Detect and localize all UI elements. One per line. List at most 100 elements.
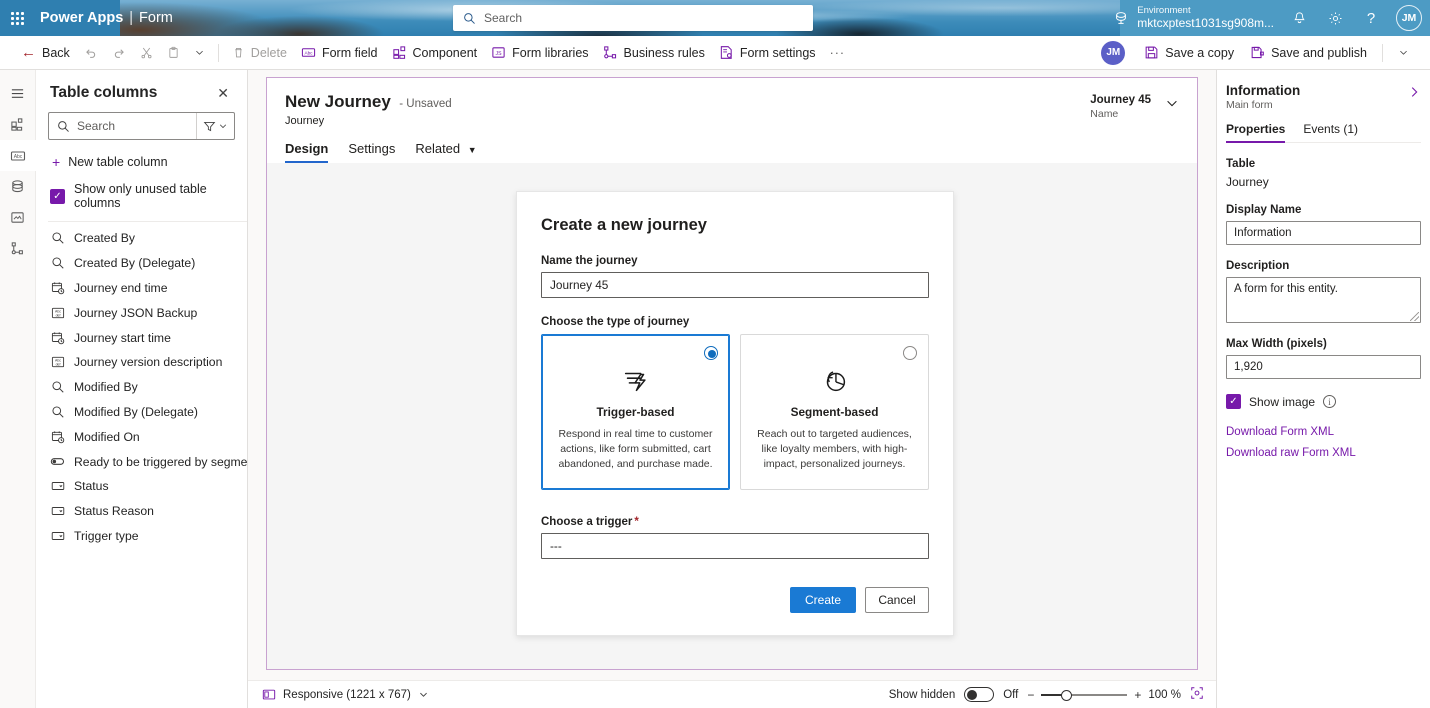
list-item-label: Journey start time — [74, 330, 171, 345]
table-columns-icon[interactable]: Abc — [0, 140, 36, 171]
display-name-input[interactable]: Information — [1226, 221, 1421, 245]
global-search-placeholder: Search — [484, 11, 523, 25]
list-item[interactable]: Ready to be triggered by segment r... — [36, 449, 247, 474]
list-item[interactable]: Journey start time — [36, 325, 247, 350]
command-bar: ← Back Delete Abc Form field Component J… — [0, 36, 1430, 70]
form-libraries-icon[interactable] — [0, 202, 36, 233]
brand-sub: Form — [139, 10, 173, 26]
form-libraries-button[interactable]: JS Form libraries — [484, 39, 595, 67]
list-item-label: Modified On — [74, 429, 140, 444]
zoom-slider-knob[interactable] — [1061, 689, 1073, 701]
list-item[interactable]: Trigger type — [36, 524, 247, 549]
list-item[interactable]: Abc def Journey JSON Backup — [36, 300, 247, 325]
max-width-value: 1,920 — [1234, 361, 1263, 373]
notifications-bell-icon[interactable] — [1282, 0, 1316, 36]
paste-dropdown-button[interactable] — [187, 39, 212, 67]
show-unused-columns-checkbox[interactable]: ✓ Show only unused table columns — [50, 182, 235, 210]
save-options-dropdown[interactable] — [1391, 39, 1416, 67]
show-hidden-toggle[interactable] — [964, 687, 995, 702]
resize-grip-icon[interactable] — [1410, 312, 1419, 321]
show-image-checkbox[interactable]: ✓ Show image i — [1226, 394, 1421, 409]
tab-related[interactable]: Related ▼ — [415, 141, 476, 163]
show-hidden-label: Show hidden — [888, 688, 956, 701]
global-search-box[interactable]: Search — [453, 5, 813, 31]
user-avatar[interactable]: JM — [1396, 5, 1422, 31]
list-item[interactable]: Abc def Journey version description — [36, 350, 247, 375]
responsive-selector[interactable]: Responsive (1221 x 767) — [262, 688, 429, 702]
list-item[interactable]: Status Reason — [36, 499, 247, 524]
zoom-slider[interactable] — [1041, 688, 1128, 702]
command-divider-right — [1382, 43, 1383, 62]
component-button[interactable]: Component — [385, 39, 485, 67]
table-columns-list[interactable]: Created By Created By (Delegate) Journey e… — [36, 222, 247, 708]
form-title-row: New Journey - Unsaved — [285, 92, 452, 112]
more-commands-button[interactable]: ··· — [823, 39, 853, 67]
segment-based-description: Reach out to targeted audiences, like lo… — [757, 428, 912, 471]
trigger-based-card[interactable]: Trigger-based Respond in real time to cu… — [541, 334, 730, 490]
trigger-select-input[interactable]: --- — [541, 532, 929, 559]
form-libraries-label: Form libraries — [512, 45, 589, 60]
trigger-based-radio[interactable] — [704, 346, 718, 360]
download-raw-form-xml-link[interactable]: Download raw Form XML — [1226, 447, 1421, 459]
paste-button[interactable] — [160, 39, 187, 67]
cancel-button[interactable]: Cancel — [865, 586, 929, 613]
responsive-label: Responsive (1221 x 767) — [283, 688, 411, 701]
columns-search-input[interactable]: Search — [49, 119, 196, 133]
segment-based-radio[interactable] — [903, 346, 917, 360]
suite-bar: Power Apps | Form Search Environment mktcx… — [0, 0, 1430, 36]
list-item[interactable]: Journey end time — [36, 276, 247, 301]
zoom-out-button[interactable]: − — [1027, 688, 1034, 702]
close-icon[interactable]: ✕ — [213, 84, 233, 102]
chevron-right-icon[interactable] — [1407, 83, 1421, 101]
filter-icon — [203, 121, 216, 131]
list-item[interactable]: Modified On — [36, 424, 247, 449]
business-rules-icon[interactable] — [0, 233, 36, 264]
save-a-copy-button[interactable]: Save a copy — [1137, 39, 1241, 67]
list-item[interactable]: Modified By (Delegate) — [36, 400, 247, 425]
journey-name-input[interactable]: Journey 45 — [541, 272, 929, 298]
form-field-button[interactable]: Abc Form field — [294, 39, 385, 67]
tab-events[interactable]: Events (1) — [1303, 122, 1358, 142]
redo-button[interactable] — [105, 39, 133, 67]
help-question-icon[interactable]: ? — [1354, 0, 1388, 36]
segment-based-card[interactable]: Segment-based Reach out to targeted audi… — [740, 334, 929, 490]
max-width-input[interactable]: 1,920 — [1226, 355, 1421, 379]
form-settings-button[interactable]: Form settings — [712, 39, 823, 67]
tab-design[interactable]: Design — [285, 141, 329, 163]
business-rules-button[interactable]: Business rules — [596, 39, 712, 67]
arrow-left-icon: ← — [21, 44, 36, 61]
tab-properties[interactable]: Properties — [1226, 122, 1286, 143]
chevron-down-icon[interactable] — [1165, 94, 1179, 113]
download-form-xml-link[interactable]: Download Form XML — [1226, 426, 1421, 438]
trigger-based-description: Respond in real time to customer actions… — [558, 428, 713, 471]
zoom-in-button[interactable]: + — [1134, 688, 1141, 702]
properties-title: Information — [1226, 83, 1301, 98]
display-name-value: Information — [1234, 227, 1292, 239]
description-textarea[interactable]: A form for this entity. — [1226, 277, 1421, 323]
app-launcher-icon[interactable] — [0, 0, 34, 36]
environment-selector[interactable]: Environment mktcxptest1031sg908m... — [1107, 5, 1280, 31]
back-button[interactable]: ← Back — [14, 39, 77, 67]
lookup-icon — [50, 231, 65, 246]
collaborator-avatar[interactable]: JM — [1101, 40, 1126, 65]
cut-button[interactable] — [133, 39, 160, 67]
list-item[interactable]: Status — [36, 474, 247, 499]
list-item[interactable]: Created By (Delegate) — [36, 251, 247, 276]
components-icon[interactable] — [0, 109, 36, 140]
fit-to-screen-icon[interactable] — [1190, 686, 1204, 703]
new-table-column-button[interactable]: + New table column — [48, 150, 235, 174]
list-item[interactable]: Modified By — [36, 375, 247, 400]
hamburger-icon[interactable] — [0, 78, 36, 109]
list-item[interactable]: Created By — [36, 226, 247, 251]
save-and-publish-button[interactable]: Save and publish — [1243, 39, 1374, 67]
data-sources-icon[interactable] — [0, 171, 36, 202]
record-key: Name — [1090, 108, 1119, 120]
create-button[interactable]: Create — [790, 586, 856, 613]
columns-filter-button[interactable] — [196, 113, 234, 139]
info-icon[interactable]: i — [1323, 395, 1337, 408]
tab-settings[interactable]: Settings — [348, 141, 395, 163]
settings-gear-icon[interactable] — [1318, 0, 1352, 36]
undo-button[interactable] — [77, 39, 105, 67]
delete-button[interactable]: Delete — [225, 39, 294, 67]
brand-title[interactable]: Power Apps | Form — [40, 10, 173, 26]
